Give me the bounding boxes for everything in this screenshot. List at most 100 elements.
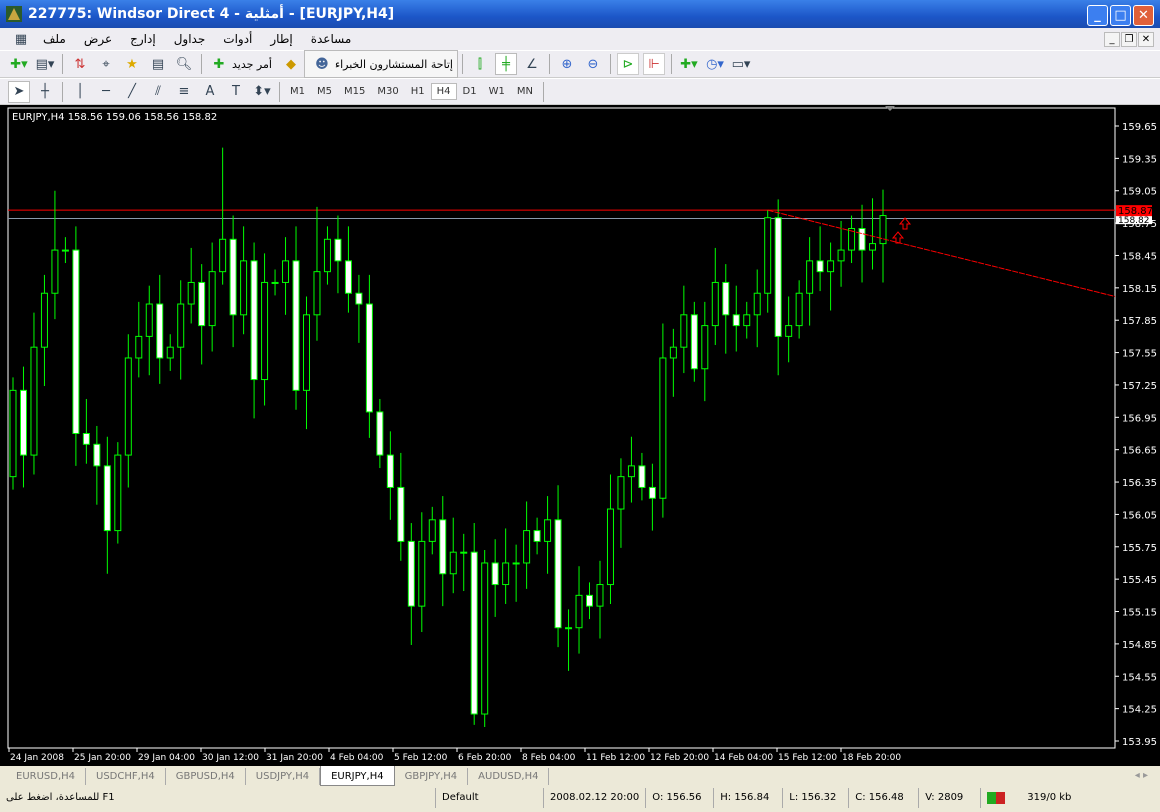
- candle-body: [806, 260, 814, 294]
- chart-shift-icon[interactable]: ⊩: [643, 53, 665, 75]
- expert-advisors-button[interactable]: ☻ إتاحة المستشارون الخبراء: [303, 50, 458, 78]
- menu-charts[interactable]: جداول: [174, 32, 206, 46]
- title-bar: 227775: Windsor Direct 4 - أمثلية - [EUR…: [0, 0, 1160, 28]
- crosshair-tool-icon[interactable]: ┼: [34, 81, 56, 103]
- vertical-line-icon[interactable]: │: [69, 81, 91, 103]
- candle-body: [858, 228, 866, 251]
- zoom-out-icon[interactable]: ⊖: [582, 53, 604, 75]
- menu-tools[interactable]: أدوات: [223, 32, 252, 46]
- candle-body: [166, 346, 174, 359]
- tab-eurjpy[interactable]: EURJPY,H4: [320, 766, 395, 786]
- cursor-icon[interactable]: ➤: [8, 80, 30, 103]
- candle-body: [114, 454, 122, 532]
- timeframe-h1[interactable]: H1: [405, 86, 431, 97]
- metaeditor-icon[interactable]: ◆: [280, 53, 302, 75]
- timeframe-m5[interactable]: M5: [311, 86, 338, 97]
- new-order-button[interactable]: أمر جديد: [232, 58, 272, 71]
- line-studies-toolbar: ➤ ┼ │ ─ ╱ ⫽ ≡ A T ⬍▾ M1 M5 M15 M30 H1 H4…: [0, 78, 1160, 105]
- candle-body: [428, 519, 436, 542]
- tab-eurusd[interactable]: EURUSD,H4: [6, 768, 87, 785]
- fibonacci-icon[interactable]: ≡: [173, 81, 195, 103]
- horizontal-line-icon[interactable]: ─: [95, 81, 117, 103]
- auto-scroll-icon[interactable]: ⊳: [617, 53, 639, 75]
- chart-canvas[interactable]: EURJPY,H4 158.56 159.06 158.56 158.82 15…: [0, 105, 1160, 766]
- new-order-icon[interactable]: ✚: [208, 53, 230, 75]
- candle-body: [627, 465, 635, 478]
- terminal-icon[interactable]: ▤: [147, 53, 169, 75]
- y-tick-label: 158.45: [1122, 251, 1157, 262]
- templates-icon[interactable]: ▭▾: [730, 53, 752, 75]
- line-chart-icon[interactable]: ∠: [521, 53, 543, 75]
- mdi-minimize-button[interactable]: _: [1104, 32, 1120, 47]
- tab-usdjpy[interactable]: USDJPY,H4: [246, 768, 321, 785]
- candle-body: [334, 238, 342, 262]
- arrows-icon[interactable]: ⬍▾: [251, 81, 273, 103]
- y-tick-label: 159.05: [1122, 187, 1157, 198]
- x-tick-label: 31 Jan 20:00: [266, 753, 323, 763]
- mdi-close-button[interactable]: ✕: [1138, 32, 1154, 47]
- menu-help[interactable]: مساعدة: [311, 32, 352, 46]
- standard-toolbar: ✚▾ ▤▾ ⇅ ⌖ ★ ▤ 🔍︎ ✚ أمر جديد ◆ ☻ إتاحة الم…: [0, 50, 1160, 78]
- text-icon[interactable]: A: [199, 81, 221, 103]
- candle-body: [502, 562, 510, 586]
- candle-body: [208, 271, 216, 327]
- candle-body: [355, 292, 363, 305]
- tab-gbpjpy[interactable]: GBPJPY,H4: [395, 768, 469, 785]
- candle-body: [292, 260, 300, 391]
- tab-audusd[interactable]: AUDUSD,H4: [468, 768, 550, 785]
- separator: [671, 54, 672, 74]
- tab-gbpusd[interactable]: GBPUSD,H4: [166, 768, 246, 785]
- timeframe-m1[interactable]: M1: [284, 86, 311, 97]
- price-chart[interactable]: EURJPY,H4 158.56 159.06 158.56 158.82 15…: [0, 105, 1160, 766]
- candle-body: [732, 314, 740, 327]
- maximize-button[interactable]: □: [1110, 5, 1131, 26]
- new-chart-icon[interactable]: ✚▾: [8, 53, 30, 75]
- timeframe-w1[interactable]: W1: [483, 86, 511, 97]
- candle-body: [418, 540, 426, 607]
- y-tick-label: 157.55: [1122, 349, 1157, 360]
- app-logo-icon: [6, 6, 22, 22]
- menu-file[interactable]: ملف: [43, 32, 66, 46]
- close-button[interactable]: ✕: [1133, 5, 1154, 26]
- x-tick-label: 15 Feb 12:00: [778, 753, 837, 763]
- y-tick-label: 157.85: [1122, 316, 1157, 327]
- menu-insert[interactable]: إدارج: [130, 32, 156, 46]
- indicators-icon[interactable]: ✚▾: [678, 53, 700, 75]
- menu-bar: ▦ ملف عرض إدارج جداول أدوات إطار مساعدة: [0, 28, 1160, 50]
- candle-body: [544, 519, 552, 542]
- zoom-in-icon[interactable]: ⊕: [556, 53, 578, 75]
- navigator-icon[interactable]: ★: [121, 53, 143, 75]
- candle-body: [19, 389, 27, 456]
- timeframe-d1[interactable]: D1: [457, 86, 483, 97]
- minimize-button[interactable]: _: [1087, 5, 1108, 26]
- candle-body: [596, 584, 604, 607]
- timeframe-m15[interactable]: M15: [338, 86, 371, 97]
- timeframe-m30[interactable]: M30: [371, 86, 404, 97]
- candle-body: [323, 238, 331, 273]
- trendline-icon[interactable]: ╱: [121, 81, 143, 103]
- x-tick-label: 18 Feb 20:00: [842, 753, 901, 763]
- equidistant-channel-icon[interactable]: ⫽: [147, 81, 169, 103]
- timeframe-h4[interactable]: H4: [430, 83, 457, 100]
- candlestick-chart-icon[interactable]: ╪: [495, 53, 517, 75]
- candle-body: [61, 249, 69, 252]
- tab-scroll-arrows[interactable]: ◂ ▸: [1135, 770, 1148, 781]
- menu-window[interactable]: إطار: [270, 32, 292, 46]
- separator: [279, 81, 280, 102]
- mdi-restore-button[interactable]: ❐: [1121, 32, 1137, 47]
- chart-header: EURJPY,H4 158.56 159.06 158.56 158.82: [12, 112, 217, 123]
- candle-body: [376, 411, 384, 456]
- market-watch-icon[interactable]: ⇅: [69, 53, 91, 75]
- candle-body: [386, 454, 394, 488]
- periods-icon[interactable]: ◷▾: [704, 53, 726, 75]
- profiles-icon[interactable]: ▤▾: [34, 53, 56, 75]
- menu-view[interactable]: عرض: [84, 32, 112, 46]
- strategy-tester-icon[interactable]: 🔍︎: [173, 53, 195, 75]
- bar-chart-icon[interactable]: ⫿: [469, 53, 491, 75]
- crosshair-icon[interactable]: ⌖: [95, 53, 117, 75]
- text-label-icon[interactable]: T: [225, 81, 247, 103]
- tab-usdchf[interactable]: USDCHF,H4: [86, 768, 166, 785]
- x-tick-label: 4 Feb 04:00: [330, 753, 384, 763]
- chart-window-icon[interactable]: ▦: [10, 28, 32, 50]
- timeframe-mn[interactable]: MN: [511, 86, 539, 97]
